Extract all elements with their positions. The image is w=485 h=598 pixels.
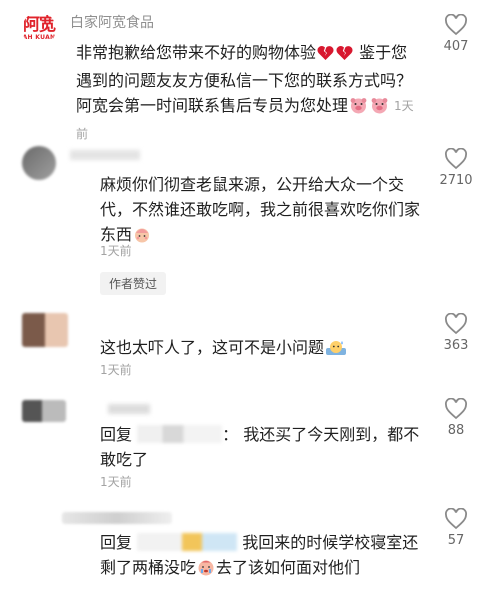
user-avatar[interactable] xyxy=(22,400,66,422)
replied-username-blurred[interactable] xyxy=(137,425,223,443)
sweating-face-icon xyxy=(325,338,347,363)
pig-face-icon xyxy=(370,96,389,121)
brand-logo-text: 阿宽 xyxy=(23,15,56,35)
heart-outline-icon xyxy=(445,148,467,170)
like-button[interactable]: 363 xyxy=(436,313,476,353)
broken-heart-icon xyxy=(336,43,353,68)
heart-outline-icon xyxy=(445,508,467,530)
broken-heart-icon xyxy=(317,43,334,68)
like-button[interactable]: 57 xyxy=(436,508,476,548)
like-count: 88 xyxy=(447,423,465,438)
comment-text: 回复 ： 我还买了今天刚到，都不敢吃了 xyxy=(100,422,425,472)
baby-face-icon xyxy=(133,225,151,250)
like-button[interactable]: 2710 xyxy=(436,148,476,188)
comment-username-blurred[interactable] xyxy=(108,404,150,414)
comment-body-text-2: 去了该如何面对他们 xyxy=(216,558,361,577)
comment-text: 这也太吓人了，这可不是小问题 xyxy=(100,335,425,363)
heart-outline-icon xyxy=(445,398,467,420)
user-avatar[interactable] xyxy=(22,146,56,180)
reply-prefix: 回复 xyxy=(100,425,133,444)
user-avatar[interactable] xyxy=(62,512,172,524)
heart-outline-icon xyxy=(445,313,467,335)
author-liked-badge: 作者赞过 xyxy=(100,272,167,295)
heart-outline-icon xyxy=(445,14,467,36)
comment-time: 1天前 xyxy=(100,363,132,377)
brand-avatar[interactable]: 阿宽 AH KUAN xyxy=(22,12,56,46)
comment-text: 麻烦你们彻查老鼠来源，公开给大众一个交代，不然谁还敢吃啊，我之前很喜欢吃你们家东… xyxy=(100,172,425,250)
comment-username-blurred[interactable] xyxy=(70,150,140,160)
user-avatar[interactable] xyxy=(22,313,68,347)
comment-time: 1天前 xyxy=(100,244,132,258)
replied-username-blurred[interactable] xyxy=(137,533,238,551)
comment-text: 回复 我回来的时候学校寝室还剩了两桶没吃 去了该如何面对他们 xyxy=(100,530,425,583)
pig-face-icon xyxy=(349,96,368,121)
crying-face-icon xyxy=(197,558,215,583)
reply-prefix: 回复 xyxy=(100,533,133,552)
like-button[interactable]: 88 xyxy=(436,398,476,438)
comment-username[interactable]: 白家阿宽食品 xyxy=(70,12,154,31)
like-count: 57 xyxy=(447,533,465,548)
comment-body-text: 这也太吓人了，这可不是小问题 xyxy=(100,338,325,357)
like-count: 2710 xyxy=(439,173,473,188)
like-count: 407 xyxy=(443,39,469,54)
like-count: 363 xyxy=(443,338,469,353)
like-button[interactable]: 407 xyxy=(436,14,476,54)
comment-text: 非常抱歉给您带来不好的购物体验 鉴于您遇到的问题友友方便私信一下您的联系方式吗？… xyxy=(76,40,421,147)
comment-time: 1天前 xyxy=(100,475,132,489)
brand-logo-subtext: AH KUAN xyxy=(22,34,56,41)
